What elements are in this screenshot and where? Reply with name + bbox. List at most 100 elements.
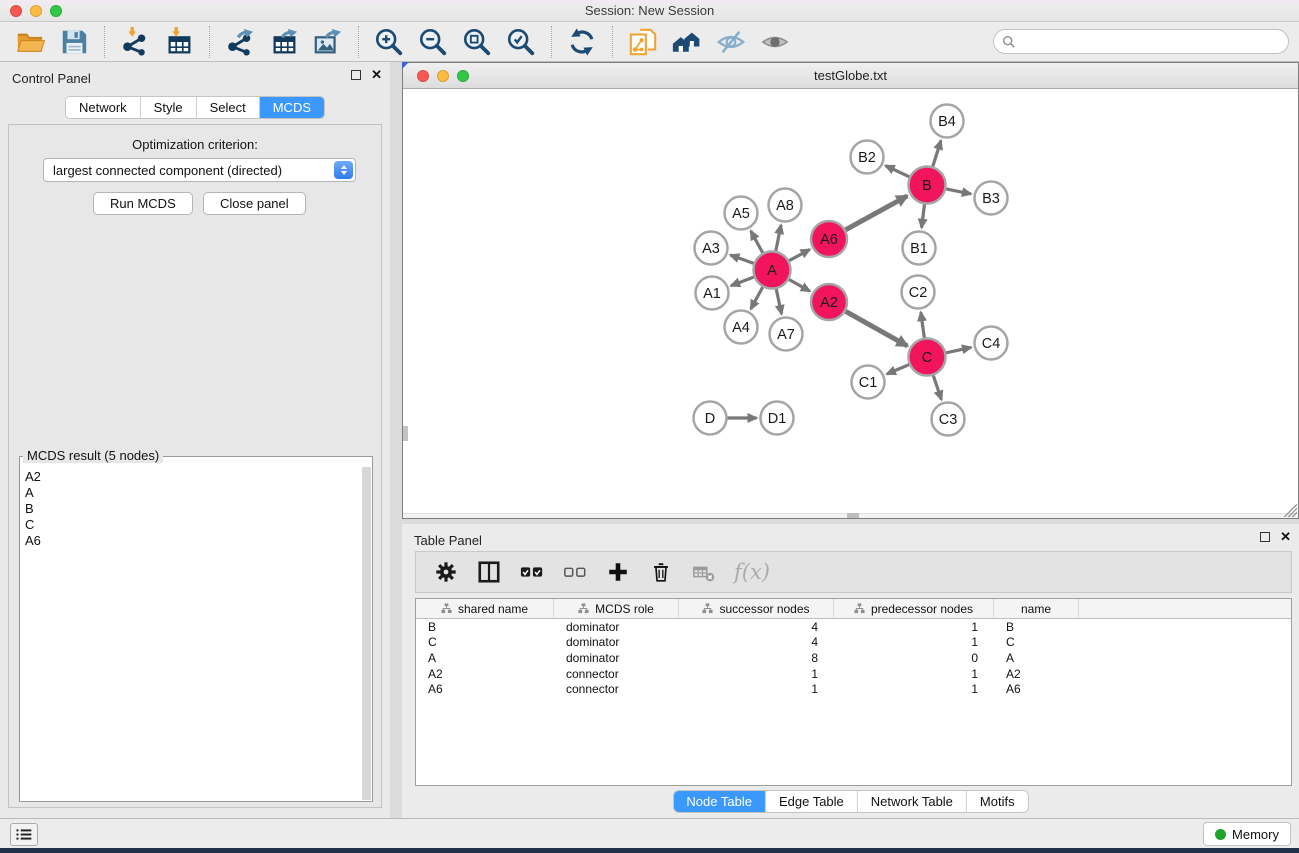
save-session-icon[interactable] (58, 26, 90, 58)
cell-shared-name[interactable]: A6 (416, 681, 554, 697)
columns-icon[interactable] (476, 559, 502, 585)
result-list-item[interactable]: C (22, 517, 360, 533)
float-icon[interactable] (1260, 532, 1270, 542)
cell-name[interactable]: A6 (994, 681, 1079, 697)
export-image-icon[interactable] (312, 26, 344, 58)
tab-network-table[interactable]: Network Table (858, 791, 967, 812)
graph-edge-C-C4[interactable] (946, 347, 971, 352)
tab-edge-table[interactable]: Edge Table (766, 791, 858, 812)
hide-selected-icon[interactable] (715, 26, 747, 58)
export-network-icon[interactable] (224, 26, 256, 58)
cell-predecessor-nodes[interactable]: 1 (834, 681, 994, 697)
zoom-out-icon[interactable] (417, 26, 449, 58)
graph-node-C[interactable]: C (909, 339, 946, 376)
search-input[interactable] (993, 29, 1289, 54)
tab-mcds[interactable]: MCDS (260, 97, 324, 118)
import-table-icon[interactable] (163, 26, 195, 58)
add-icon[interactable] (605, 559, 631, 585)
tab-style[interactable]: Style (141, 97, 197, 118)
network-graph[interactable]: A A1 A2 A3 A4 A5 A6 A7 A8 B B1 B2 B3 (403, 89, 1298, 518)
tab-motifs[interactable]: Motifs (967, 791, 1028, 812)
graph-edge-A2-C[interactable] (846, 311, 908, 346)
graph-node-A2[interactable]: A2 (811, 284, 847, 320)
memory-button[interactable]: Memory (1203, 822, 1291, 846)
graph-edge-A-A8[interactable] (776, 225, 781, 251)
cell-name[interactable]: A (994, 650, 1079, 666)
gear-icon[interactable] (433, 559, 459, 585)
column-header-shared-name[interactable]: shared name (416, 599, 554, 618)
graph-edge-B-B1[interactable] (922, 204, 925, 227)
graph-node-A1[interactable]: A1 (696, 277, 729, 310)
graph-edge-C-C1[interactable] (887, 365, 909, 374)
new-network-from-selection-icon[interactable] (627, 26, 659, 58)
run-mcds-button[interactable]: Run MCDS (93, 192, 193, 215)
graph-node-B[interactable]: B (909, 167, 946, 204)
criterion-select[interactable]: largest connected component (directed) (43, 158, 356, 182)
select-all-icon[interactable] (519, 559, 545, 585)
graph-edge-A-A2[interactable] (789, 280, 810, 292)
graph-edge-A-A7[interactable] (776, 289, 781, 314)
fx-icon[interactable]: f(x) (734, 559, 770, 585)
column-header-successor-nodes[interactable]: successor nodes (679, 599, 834, 618)
cell-shared-name[interactable]: C (416, 635, 554, 651)
column-header-name[interactable]: name (994, 599, 1079, 618)
cell-successor-nodes[interactable]: 1 (679, 666, 834, 682)
delete-icon[interactable] (648, 559, 674, 585)
zoom-selected-icon[interactable] (505, 26, 537, 58)
export-table-icon[interactable] (268, 26, 300, 58)
first-neighbors-icon[interactable] (671, 26, 703, 58)
table-row[interactable]: A2connector11A2 (416, 666, 1291, 682)
table-row[interactable]: Adominator80A (416, 650, 1291, 666)
graph-node-A3[interactable]: A3 (695, 232, 728, 265)
graph-node-A6[interactable]: A6 (811, 221, 847, 257)
cell-predecessor-nodes[interactable]: 0 (834, 650, 994, 666)
graph-node-A7[interactable]: A7 (770, 318, 803, 351)
resize-grip[interactable] (1284, 504, 1297, 517)
cell-MCDS-role[interactable]: dominator (554, 619, 679, 635)
cell-successor-nodes[interactable]: 4 (679, 619, 834, 635)
result-scrollbar[interactable] (362, 467, 371, 800)
result-list-item[interactable]: A2 (22, 469, 360, 485)
column-header-MCDS-role[interactable]: MCDS role (554, 599, 679, 618)
zoom-fit-icon[interactable] (461, 26, 493, 58)
graph-edge-C-C2[interactable] (921, 312, 925, 337)
graph-node-B4[interactable]: B4 (931, 105, 964, 138)
graph-edge-B-B2[interactable] (886, 166, 910, 177)
show-all-icon[interactable] (759, 26, 791, 58)
graph-edge-A-A6[interactable] (789, 250, 810, 261)
refresh-icon[interactable] (566, 26, 598, 58)
result-list-item[interactable]: A6 (22, 533, 360, 549)
graph-node-C2[interactable]: C2 (902, 276, 935, 309)
graph-edge-B-B4[interactable] (933, 141, 941, 167)
delete-table-icon[interactable] (691, 559, 717, 585)
tab-select[interactable]: Select (197, 97, 260, 118)
table-row[interactable]: A6connector11A6 (416, 681, 1291, 697)
graph-edge-C-C3[interactable] (933, 376, 941, 400)
cell-name[interactable]: B (994, 619, 1079, 635)
graph-node-B1[interactable]: B1 (903, 232, 936, 265)
cell-MCDS-role[interactable]: connector (554, 666, 679, 682)
open-session-icon[interactable] (14, 26, 46, 58)
graph-edge-A-A3[interactable] (730, 255, 753, 263)
graph-node-A5[interactable]: A5 (725, 197, 758, 230)
cell-predecessor-nodes[interactable]: 1 (834, 619, 994, 635)
graph-node-A[interactable]: A (754, 252, 791, 289)
result-list-item[interactable]: B (22, 501, 360, 517)
table-row[interactable]: Bdominator41B (416, 619, 1291, 635)
network-canvas[interactable]: A A1 A2 A3 A4 A5 A6 A7 A8 B B1 B2 B3 (403, 89, 1298, 518)
graph-node-C4[interactable]: C4 (975, 327, 1008, 360)
graph-node-C1[interactable]: C1 (852, 366, 885, 399)
column-header-predecessor-nodes[interactable]: predecessor nodes (834, 599, 994, 618)
close-panel-button[interactable]: Close panel (203, 192, 306, 215)
table-row[interactable]: Cdominator41C (416, 635, 1291, 651)
cell-shared-name[interactable]: A (416, 650, 554, 666)
cell-name[interactable]: C (994, 635, 1079, 651)
cell-successor-nodes[interactable]: 4 (679, 635, 834, 651)
graph-edge-B-B3[interactable] (946, 189, 971, 194)
float-icon[interactable] (351, 70, 361, 80)
cell-shared-name[interactable]: B (416, 619, 554, 635)
deselect-all-icon[interactable] (562, 559, 588, 585)
canvas-vertical-scroll-thumb[interactable] (403, 426, 408, 441)
result-list-item[interactable]: A (22, 485, 360, 501)
graph-node-B2[interactable]: B2 (851, 141, 884, 174)
